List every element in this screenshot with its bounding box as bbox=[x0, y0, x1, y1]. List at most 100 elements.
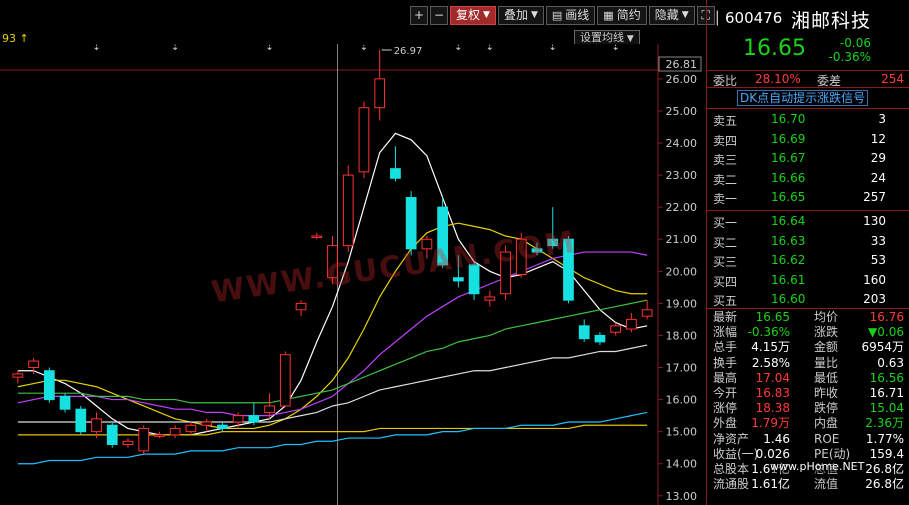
jianyue-button[interactable]: ▦ 简约 bbox=[597, 6, 647, 25]
y-tick-label: 13.00 bbox=[666, 490, 698, 503]
stat-label: ROE bbox=[814, 431, 840, 446]
orderbook-row[interactable]: 买一 16.64 130 bbox=[707, 212, 909, 232]
dk-signal-link[interactable]: DK点自动提示涨跌信号 bbox=[737, 90, 869, 106]
candle-body bbox=[279, 354, 291, 407]
candle-body bbox=[59, 395, 71, 410]
stock-app: + − 复权 ▼ 叠加 ▼ ▤ 画线 ▦ 简约 隐藏 ▼ ⛶ 93 ↑ 设置均线 ▼ 26… bbox=[0, 0, 909, 505]
fuquan-button[interactable]: 复权 ▼ bbox=[450, 6, 496, 25]
orderbook-label: 买三 bbox=[713, 255, 738, 270]
chevron-down-icon: ▼ bbox=[530, 10, 538, 20]
stat-value: 16.56 bbox=[869, 370, 904, 385]
orderbook-vol: 3 bbox=[878, 112, 886, 126]
candle-body bbox=[91, 418, 102, 433]
weicha-label: 委差 bbox=[817, 74, 842, 88]
orderbook-vol: 203 bbox=[863, 292, 886, 307]
stat-value: 16.83 bbox=[755, 385, 790, 400]
orderbook-row[interactable]: 买二 16.63 33 bbox=[707, 232, 909, 252]
ma-settings-button[interactable]: 设置均线 ▼ bbox=[574, 30, 640, 45]
stat-label: 量比 bbox=[814, 355, 839, 370]
y-tick-label: 15.00 bbox=[666, 426, 698, 439]
event-marker-icon: ⇣ bbox=[454, 44, 462, 53]
zoom-out-button[interactable]: − bbox=[430, 6, 448, 25]
candle-body bbox=[484, 296, 496, 301]
y-tick-label: 20.00 bbox=[666, 265, 698, 278]
orderbook-row[interactable]: 卖二 16.66 24 bbox=[707, 169, 909, 189]
orderbook-label: 买一 bbox=[713, 216, 738, 230]
candle-body bbox=[578, 325, 590, 340]
yincang-label: 隐藏 bbox=[654, 8, 679, 22]
stat-label: 流通股 bbox=[713, 477, 750, 492]
candle-body bbox=[264, 405, 275, 413]
candle-body bbox=[43, 370, 55, 401]
settings-gear-icon[interactable]: ❘ bbox=[711, 8, 724, 26]
zoom-in-button[interactable]: + bbox=[410, 6, 428, 25]
event-marker-icon: ⇣ bbox=[549, 44, 557, 53]
event-marker-icon: ⇣ bbox=[171, 44, 179, 53]
stat-value: 1.61亿 bbox=[751, 477, 790, 492]
stat-label: 净资产 bbox=[713, 431, 750, 446]
weibi-label: 委比 bbox=[713, 74, 738, 88]
stats-row: 流通股 1.61亿 流值 26.8亿 bbox=[707, 477, 909, 492]
event-marker-icon: ⇣ bbox=[92, 44, 100, 53]
stat-value: 1.79万 bbox=[751, 416, 790, 431]
diejia-button[interactable]: 叠加 ▼ bbox=[497, 6, 544, 25]
orderbook-row[interactable]: 卖四 16.69 12 bbox=[707, 130, 909, 150]
change-percent: -0.36% bbox=[828, 50, 871, 64]
stats-row: 总手 4.15万 金额 6954万 bbox=[707, 340, 909, 355]
stock-code: 600476 bbox=[725, 9, 783, 27]
orderbook-row[interactable]: 买三 16.62 53 bbox=[707, 251, 909, 271]
stat-label: 总股本 bbox=[713, 461, 750, 476]
stat-value: 2.58% bbox=[751, 355, 790, 370]
ma-settings-label: 设置均线 bbox=[580, 31, 624, 44]
divider bbox=[707, 308, 909, 309]
stat-label: 内盘 bbox=[814, 416, 839, 431]
stat-value: 26.8亿 bbox=[865, 461, 904, 476]
stock-name: 湘邮科技 bbox=[791, 10, 872, 32]
huaxian-button[interactable]: ▤ 画线 bbox=[545, 6, 596, 25]
stat-label: 金额 bbox=[814, 340, 839, 355]
stat-label: 最低 bbox=[814, 370, 839, 385]
candle-body bbox=[452, 277, 464, 282]
chevron-down-icon: ▼ bbox=[624, 34, 634, 44]
weibi-value: 28.10% bbox=[755, 72, 801, 86]
stat-value: 1.46 bbox=[763, 431, 790, 446]
orderbook-row[interactable]: 买四 16.61 160 bbox=[707, 271, 909, 291]
event-marker-icon: ⇣ bbox=[486, 44, 494, 53]
stats-row: 最新 16.65 均价 16.76 bbox=[707, 310, 909, 325]
candle-body bbox=[342, 174, 354, 247]
orderbook-vol: 24 bbox=[870, 170, 886, 185]
orderbook-row[interactable]: 卖一 16.65 257 bbox=[707, 188, 909, 208]
stat-value: 17.04 bbox=[755, 370, 790, 385]
stat-value: 16.71 bbox=[869, 385, 904, 400]
chevron-down-icon: ▼ bbox=[681, 10, 689, 20]
weicha-value: 254 bbox=[881, 72, 904, 86]
y-tick-label: 16.00 bbox=[666, 394, 698, 407]
price-change: -0.06 -0.36% bbox=[821, 36, 871, 64]
candle-body bbox=[295, 302, 307, 311]
orderbook-label: 卖一 bbox=[713, 192, 738, 207]
stat-label: 涨跌 bbox=[814, 325, 839, 340]
stat-value: ▼0.06 bbox=[868, 325, 904, 340]
orderbook-row[interactable]: 卖五 16.70 3 bbox=[707, 110, 909, 130]
draw-line-icon: ▤ bbox=[551, 9, 563, 22]
orderbook-label: 买五 bbox=[713, 294, 738, 309]
stat-value: 2.36万 bbox=[865, 416, 904, 431]
current-price: 16.65 bbox=[743, 36, 806, 61]
candle-body bbox=[390, 168, 401, 179]
chevron-down-icon: ▼ bbox=[483, 10, 490, 20]
stat-value: 18.38 bbox=[755, 401, 790, 416]
orderbook-vol: 53 bbox=[870, 253, 886, 268]
y-tick-label: 18.00 bbox=[666, 329, 698, 342]
orderbook-row[interactable]: 卖三 16.67 29 bbox=[707, 149, 909, 169]
stat-value: 15.04 bbox=[869, 401, 904, 416]
divider bbox=[707, 108, 909, 109]
orderbook-vol: 33 bbox=[870, 233, 886, 248]
orderbook-vol: 130 bbox=[863, 214, 886, 228]
change-value: -0.06 bbox=[839, 36, 871, 50]
stats-row: 外盘 1.79万 内盘 2.36万 bbox=[707, 416, 909, 431]
yincang-button[interactable]: 隐藏 ▼ bbox=[648, 6, 695, 25]
event-marker-icon: ⇣ bbox=[360, 44, 368, 53]
stats-row: 换手 2.58% 量比 0.63 bbox=[707, 356, 909, 371]
orderbook-price: 16.64 bbox=[771, 214, 806, 228]
stat-label: 涨停 bbox=[713, 401, 738, 416]
